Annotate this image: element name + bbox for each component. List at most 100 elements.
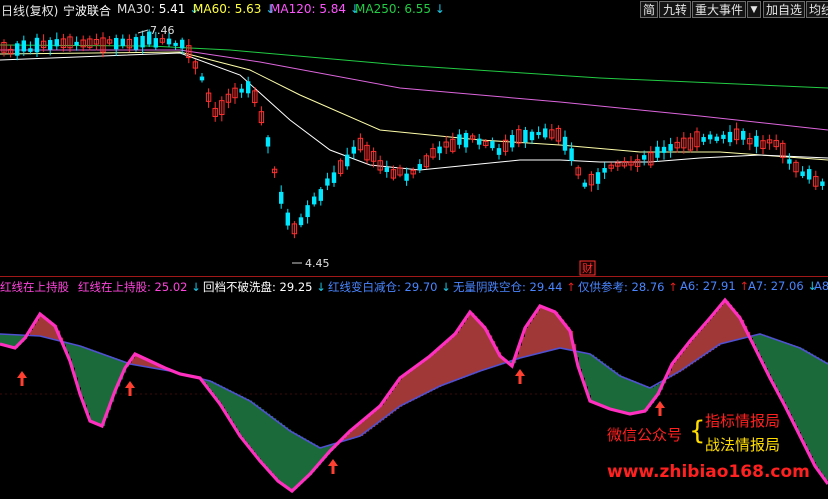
band-segment — [693, 337, 697, 363]
financial-report-badge[interactable]: 财 — [579, 260, 596, 276]
band-segment — [273, 418, 277, 476]
band-segment — [261, 409, 265, 463]
band-segment — [435, 351, 439, 389]
band-segment — [81, 346, 85, 397]
candle-body — [523, 129, 528, 143]
candle-body — [28, 48, 33, 52]
ma250-value: 6.55 — [404, 2, 432, 16]
band-segment — [783, 342, 787, 403]
ma120-line — [0, 49, 828, 131]
band-segment — [792, 345, 796, 420]
band-segment — [219, 385, 223, 403]
band-segment — [471, 313, 475, 375]
indicator-readout-5: 仅供参考: 28.76 ↑ — [578, 280, 678, 294]
band-segment — [543, 307, 547, 353]
band-segment — [786, 343, 790, 408]
band-segment — [768, 336, 772, 374]
ma30-readout: MA30: 5.41 ↓ — [117, 2, 199, 16]
band-segment — [621, 376, 625, 412]
candle-body — [582, 182, 587, 187]
band-segment — [771, 337, 775, 380]
band-segment — [708, 320, 712, 353]
candle-body — [114, 37, 119, 50]
band-segment — [357, 425, 361, 437]
low-price-label: 4.45 — [305, 257, 330, 270]
candle-body — [305, 205, 310, 218]
candle-body — [153, 38, 158, 48]
add-watchlist-button[interactable]: 加自选 — [763, 1, 805, 18]
band-segment — [393, 387, 397, 412]
band-segment — [12, 334, 16, 348]
candle-body — [173, 42, 178, 46]
band-segment — [690, 341, 694, 365]
jiuzhuan-button[interactable]: 九转 — [659, 1, 691, 18]
indicator-readout-2: 回档不破洗盘: 29.25 ↓ — [203, 280, 326, 294]
ma30-label: MA30: — [117, 2, 155, 16]
band-segment — [714, 313, 718, 349]
band-segment — [429, 356, 433, 392]
band-segment — [306, 440, 310, 478]
simplified-button[interactable]: 简 — [640, 1, 658, 18]
band-segment — [78, 345, 82, 388]
ma120-label: MA120: — [270, 2, 316, 16]
ma120-value: 5.84 — [319, 2, 347, 16]
band-segment — [591, 354, 595, 402]
band-segment — [444, 343, 448, 385]
ma60-value: 5.63 — [234, 2, 262, 16]
candle-body — [437, 146, 442, 154]
indicator-readout-7: A7: 27.06 ↓ — [748, 279, 817, 293]
band-segment — [630, 380, 634, 414]
band-segment — [300, 436, 304, 484]
band-segment — [96, 351, 100, 424]
buy-arrow-icon — [328, 459, 338, 474]
band-segment — [450, 338, 454, 383]
band-segment — [474, 316, 478, 374]
band-segment — [687, 344, 691, 367]
band-segment — [291, 431, 295, 491]
band-segment — [585, 353, 589, 387]
band-segment — [246, 399, 250, 444]
period-label[interactable]: 日线(复权) — [1, 2, 58, 19]
events-dropdown-icon[interactable]: ▼ — [747, 1, 761, 18]
indicator-readout-bar: 红线在上持股 红线在上持股: 25.02 ↓ 回档不破洗盘: 29.25 ↓ 红… — [0, 279, 828, 297]
candle-body — [655, 146, 660, 158]
band-segment — [537, 310, 541, 354]
band-segment — [408, 372, 412, 402]
band-segment — [432, 354, 436, 390]
band-segment — [390, 392, 394, 414]
band-segment — [252, 402, 256, 451]
candle-body — [807, 169, 812, 180]
kline-chart[interactable]: 7.46 4.45 财 — [0, 20, 828, 276]
candle-body — [543, 128, 548, 138]
candle-body — [457, 134, 462, 145]
candle-body — [34, 37, 40, 53]
ma250-label: MA250: — [355, 2, 401, 16]
band-segment — [465, 319, 469, 377]
ma30-value: 5.41 — [158, 2, 186, 16]
band-segment — [534, 314, 538, 355]
band-segment — [582, 352, 586, 378]
watermark: 微信公众号 { 指标情报局 战法情报局 www.zhibiao168.com — [607, 410, 822, 495]
major-events-button[interactable]: 重大事件 — [692, 1, 746, 18]
candle-body — [569, 148, 574, 161]
band-segment — [84, 347, 88, 405]
band-segment — [777, 339, 781, 392]
band-segment — [231, 391, 235, 422]
band-segment — [480, 322, 484, 371]
band-segment — [87, 348, 91, 413]
candle-body — [312, 196, 317, 205]
ma250-line — [0, 44, 828, 89]
candle-body — [120, 38, 125, 46]
candle-body — [166, 38, 172, 45]
moving-average-button[interactable]: 均线 — [806, 1, 828, 18]
ma60-readout: MA60: 5.63 ↓ — [193, 2, 275, 16]
band-segment — [720, 306, 724, 344]
band-segment — [39, 315, 43, 336]
candle-body — [325, 178, 330, 186]
band-segment — [399, 379, 403, 407]
candle-body — [595, 172, 601, 184]
band-segment — [780, 341, 784, 397]
band-segment — [411, 369, 415, 401]
band-segment — [9, 334, 13, 347]
ma120-readout: MA120: 5.84 ↓ — [270, 2, 360, 16]
